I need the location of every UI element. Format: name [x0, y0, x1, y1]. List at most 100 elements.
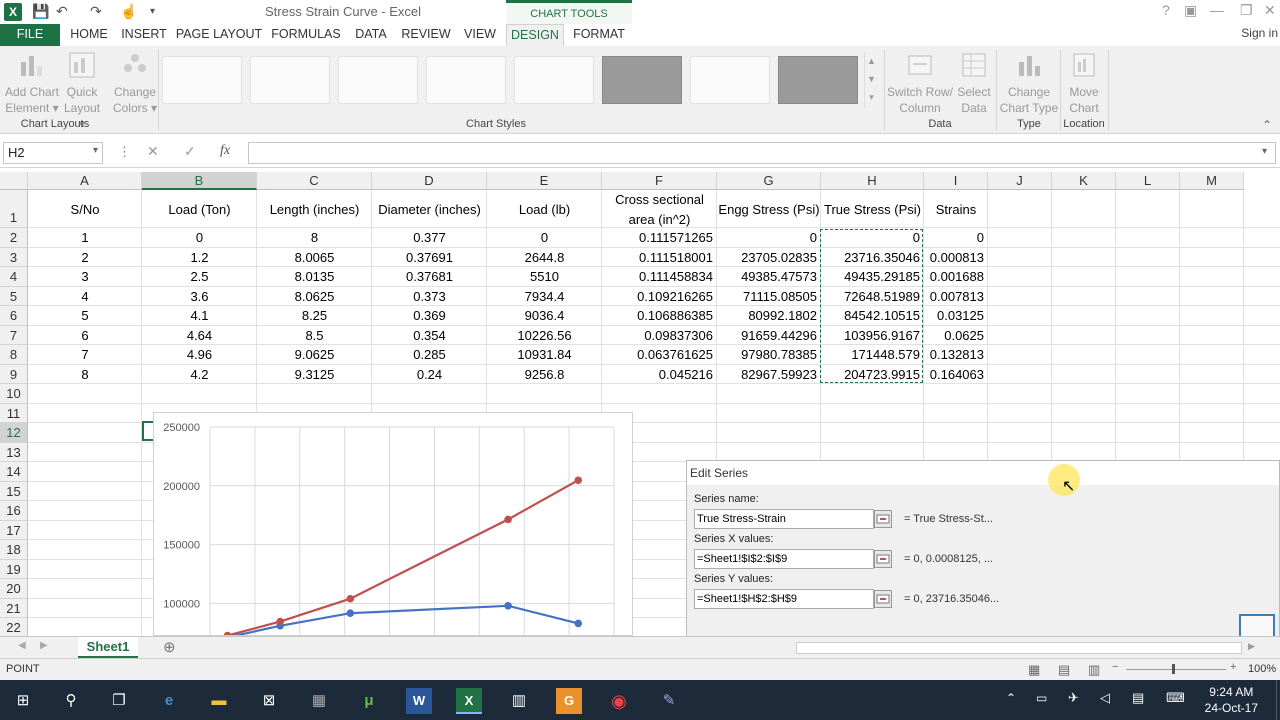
tab-format[interactable]: FORMAT: [568, 24, 630, 46]
row-header-1[interactable]: 1: [0, 190, 28, 228]
row-header-16[interactable]: 16: [0, 501, 28, 521]
chart-styles-scroll[interactable]: ▲ ▼ ▾: [864, 52, 878, 108]
calculator-app-icon[interactable]: ▦: [306, 688, 332, 714]
column-header-j[interactable]: J: [988, 172, 1052, 190]
row-header-19[interactable]: 19: [0, 559, 28, 579]
table-cell[interactable]: 8.0135: [257, 269, 372, 284]
chart-object[interactable]: 25000020000015000010000050000: [153, 412, 633, 720]
table-cell[interactable]: 9.0625: [257, 347, 372, 362]
table-cell[interactable]: 0.106886385: [602, 308, 713, 323]
table-cell[interactable]: 0.001688: [924, 269, 984, 284]
word-icon[interactable]: W: [406, 688, 432, 714]
table-cell[interactable]: 0.373: [372, 289, 487, 304]
add-sheet-icon[interactable]: ⊕: [163, 638, 176, 656]
column-header-f[interactable]: F: [602, 172, 717, 190]
table-cell[interactable]: 9036.4: [487, 308, 602, 323]
table-cell[interactable]: 0.0625: [924, 328, 984, 343]
tab-data[interactable]: DATA: [348, 24, 394, 46]
table-cell[interactable]: 0.377: [372, 230, 487, 245]
change-colors-button[interactable]: Change Colors ▾: [112, 50, 158, 116]
table-cell[interactable]: 0: [142, 230, 257, 245]
save-icon[interactable]: 💾: [32, 3, 49, 20]
search-icon[interactable]: ⚲: [58, 688, 84, 714]
gadwin-icon[interactable]: G: [556, 688, 582, 714]
row-header-13[interactable]: 13: [0, 442, 28, 462]
keyboard-icon[interactable]: ⌨: [1166, 690, 1185, 706]
zoom-slider[interactable]: [1126, 669, 1226, 670]
table-cell[interactable]: 80992.1802: [717, 308, 817, 323]
table-cell[interactable]: 0.24: [372, 367, 487, 382]
table-cell[interactable]: 0.063761625: [602, 347, 713, 362]
tab-formulas[interactable]: FORMULAS: [268, 24, 344, 46]
show-desktop-button[interactable]: [1276, 680, 1280, 720]
start-icon[interactable]: ⊞: [10, 688, 36, 714]
table-cell[interactable]: 5: [28, 308, 142, 323]
collapse-dialog-icon[interactable]: [874, 590, 892, 608]
insert-function-icon[interactable]: fx: [220, 143, 230, 159]
normal-view-icon[interactable]: ▦: [1028, 662, 1040, 678]
table-cell[interactable]: 4: [28, 289, 142, 304]
table-cell[interactable]: 0: [924, 230, 984, 245]
chart-style-6[interactable]: [602, 56, 682, 104]
row-header-10[interactable]: 10: [0, 384, 28, 404]
column-header-d[interactable]: D: [372, 172, 487, 190]
header-cell[interactable]: Engg Stress (Psi): [717, 202, 821, 217]
zoom-level[interactable]: 100%: [1248, 663, 1276, 675]
row-header-8[interactable]: 8: [0, 345, 28, 365]
column-header-l[interactable]: L: [1116, 172, 1180, 190]
series-y-input[interactable]: =Sheet1!$H$2:$H$9: [694, 589, 874, 609]
table-cell[interactable]: 7: [28, 347, 142, 362]
prev-sheet-icon[interactable]: ◀: [18, 640, 26, 651]
row-header-15[interactable]: 15: [0, 481, 28, 501]
store-icon[interactable]: ⊠: [256, 688, 282, 714]
table-cell[interactable]: 8.0625: [257, 289, 372, 304]
customize-qat-icon[interactable]: ▾: [150, 6, 155, 17]
redo-icon[interactable]: ↷: [90, 3, 102, 20]
paint-icon[interactable]: ✎: [656, 688, 682, 714]
chart-style-7[interactable]: [690, 56, 770, 104]
tab-view[interactable]: VIEW: [458, 24, 502, 46]
table-cell[interactable]: 0: [487, 230, 602, 245]
touch-mode-icon[interactable]: ☝: [120, 3, 137, 20]
select-all-corner[interactable]: [0, 172, 28, 190]
add-chart-element-button[interactable]: Add Chart Element ▾: [4, 50, 60, 116]
zoom-slider-thumb[interactable]: [1172, 664, 1175, 674]
task-view-icon[interactable]: ❐: [106, 688, 132, 714]
table-cell[interactable]: 8.0065: [257, 250, 372, 265]
table-cell[interactable]: 0.03125: [924, 308, 984, 323]
switch-row-column-button[interactable]: Switch Row/ Column: [886, 50, 954, 116]
cancel-icon[interactable]: ✕: [147, 143, 159, 160]
sign-in-link[interactable]: Sign in: [1241, 26, 1278, 40]
formula-bar-options-icon[interactable]: ⋮: [118, 144, 131, 160]
series-x-input[interactable]: =Sheet1!$I$2:$I$9: [694, 549, 874, 569]
table-cell[interactable]: 8.5: [257, 328, 372, 343]
collapse-dialog-icon[interactable]: [874, 510, 892, 528]
zoom-in-icon[interactable]: +: [1230, 661, 1236, 673]
chart-style-5[interactable]: [514, 56, 594, 104]
table-cell[interactable]: 0.164063: [924, 367, 984, 382]
row-header-21[interactable]: 21: [0, 598, 28, 618]
table-cell[interactable]: 0.007813: [924, 289, 984, 304]
table-cell[interactable]: 8: [257, 230, 372, 245]
ok-button[interactable]: [1239, 614, 1275, 638]
show-hidden-icons[interactable]: ⌃: [1006, 691, 1016, 705]
move-chart-button[interactable]: Move Chart: [1062, 50, 1106, 116]
volume-icon[interactable]: ◁: [1100, 690, 1110, 706]
expand-formula-bar-icon[interactable]: ▾: [1262, 146, 1267, 157]
series-name-input[interactable]: True Stress-Strain: [694, 509, 874, 529]
table-cell[interactable]: 0.045216: [602, 367, 713, 382]
table-cell[interactable]: 2644.8: [487, 250, 602, 265]
name-box[interactable]: H2: [3, 142, 103, 164]
change-chart-type-button[interactable]: Change Chart Type: [998, 50, 1060, 116]
clock[interactable]: 9:24 AM 24-Oct-17: [1205, 684, 1258, 716]
table-cell[interactable]: 23705.02835: [717, 250, 817, 265]
table-cell[interactable]: 8.25: [257, 308, 372, 323]
table-cell[interactable]: 4.2: [142, 367, 257, 382]
row-header-2[interactable]: 2: [0, 228, 28, 248]
minimize-icon[interactable]: —: [1210, 2, 1224, 18]
table-cell[interactable]: 10226.56: [487, 328, 602, 343]
table-cell[interactable]: 0.37681: [372, 269, 487, 284]
row-header-14[interactable]: 14: [0, 462, 28, 482]
horizontal-scrollbar[interactable]: [796, 642, 1242, 654]
table-cell[interactable]: 0.109216265: [602, 289, 713, 304]
